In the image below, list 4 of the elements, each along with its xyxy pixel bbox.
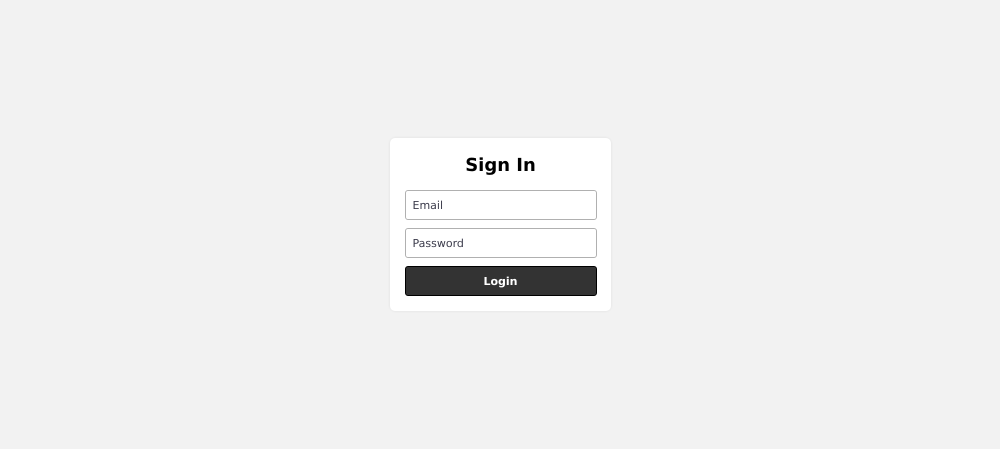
login-button[interactable]: Login [404, 266, 596, 296]
form-title: Sign In [464, 154, 537, 178]
input-field[interactable]: Password [404, 228, 596, 258]
input-field[interactable]: Email [404, 190, 596, 220]
